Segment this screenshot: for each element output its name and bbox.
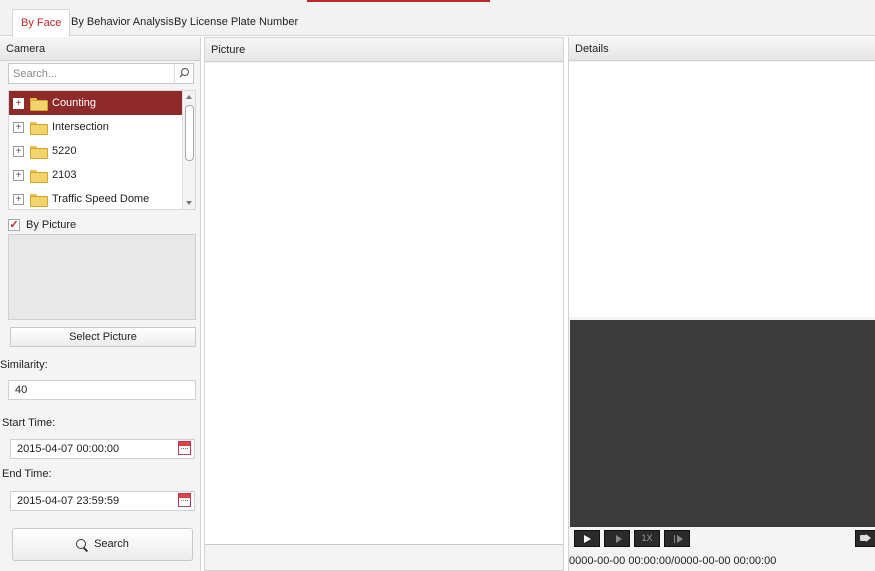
end-time-field[interactable]: 2015-04-07 23:59:59	[10, 491, 195, 511]
start-time-field[interactable]: 2015-04-07 00:00:00	[10, 439, 195, 459]
tree-item-label: Counting	[52, 97, 97, 109]
tree-item-traffic-speed-dome[interactable]: + Traffic Speed Dome	[9, 187, 182, 209]
end-time-value: 2015-04-07 23:59:59	[17, 495, 120, 507]
tree-item-label: Intersection	[52, 121, 109, 133]
scroll-up-icon[interactable]	[186, 95, 192, 99]
snapshot-icon[interactable]	[855, 530, 875, 547]
expand-icon[interactable]: +	[13, 145, 24, 157]
details-panel-title: Details	[569, 37, 875, 61]
start-time-label: Start Time:	[2, 417, 56, 429]
folder-icon	[30, 169, 48, 183]
tree-item-label: 5220	[52, 145, 77, 157]
by-picture-label: By Picture	[26, 219, 77, 231]
select-picture-button[interactable]: Select Picture	[10, 327, 196, 347]
tree-item-counting[interactable]: + Counting	[9, 91, 182, 115]
similarity-input[interactable]: 40	[8, 380, 196, 400]
picture-results-area[interactable]	[205, 63, 563, 545]
video-player[interactable]	[570, 320, 875, 527]
details-panel: Details 1X 0000-00-00 00:00:00/0000-00-0…	[568, 37, 875, 571]
scrollbar-thumb[interactable]	[185, 105, 194, 161]
frame-forward-icon[interactable]	[664, 530, 690, 547]
search-icon[interactable]	[174, 64, 193, 83]
tab-by-face[interactable]: By Face	[12, 9, 71, 37]
playback-time-range: 0000-00-00 00:00:00/0000-00-00 00:00:00	[569, 555, 777, 567]
scroll-down-icon[interactable]	[186, 201, 192, 205]
search-button[interactable]: Search	[12, 528, 193, 561]
step-forward-icon[interactable]	[604, 530, 630, 547]
speed-button[interactable]: 1X	[634, 530, 660, 547]
camera-search	[8, 63, 194, 84]
tab-by-license-plate-number[interactable]: By License Plate Number	[166, 9, 306, 36]
tree-item-label: Traffic Speed Dome	[52, 193, 150, 205]
tab-by-behavior-analysis[interactable]: By Behavior Analysis	[63, 9, 182, 36]
tab-accent-line	[307, 0, 490, 2]
folder-icon	[30, 193, 48, 207]
folder-icon	[30, 121, 48, 135]
tree-item-intersection[interactable]: + Intersection	[9, 115, 182, 139]
calendar-icon[interactable]	[178, 441, 191, 455]
camera-tree: + Counting + Intersection + 5220 + 2103 …	[8, 90, 196, 210]
camera-panel: Camera + Counting + Intersection + 5220 …	[0, 37, 201, 571]
picture-panel-title: Picture	[205, 38, 563, 62]
calendar-icon[interactable]	[178, 493, 191, 507]
tab-bar: By Face By Behavior Analysis By License …	[0, 0, 875, 37]
tree-item-5220[interactable]: + 5220	[9, 139, 182, 163]
details-area	[569, 62, 875, 317]
expand-icon[interactable]: +	[13, 169, 24, 181]
by-picture-row[interactable]: ✓ By Picture	[8, 217, 76, 233]
similarity-label: Similarity:	[0, 359, 48, 371]
expand-icon[interactable]: +	[13, 121, 24, 133]
tree-item-2103[interactable]: + 2103	[9, 163, 182, 187]
folder-icon	[30, 145, 48, 159]
by-picture-checkbox[interactable]: ✓	[8, 219, 20, 231]
playback-controls: 1X	[570, 527, 875, 551]
play-icon[interactable]	[574, 530, 600, 547]
folder-icon	[30, 97, 48, 111]
expand-icon[interactable]: +	[13, 193, 24, 205]
tree-item-label: 2103	[52, 169, 77, 181]
selected-picture-preview	[8, 234, 196, 320]
camera-panel-title: Camera	[0, 37, 200, 61]
search-button-label: Search	[94, 538, 129, 550]
tree-scrollbar[interactable]	[182, 91, 195, 209]
picture-panel: Picture	[204, 37, 564, 571]
expand-icon[interactable]: +	[13, 97, 24, 109]
camera-search-input[interactable]	[9, 64, 169, 83]
end-time-label: End Time:	[2, 468, 52, 480]
start-time-value: 2015-04-07 00:00:00	[17, 443, 120, 455]
search-icon	[76, 538, 88, 551]
